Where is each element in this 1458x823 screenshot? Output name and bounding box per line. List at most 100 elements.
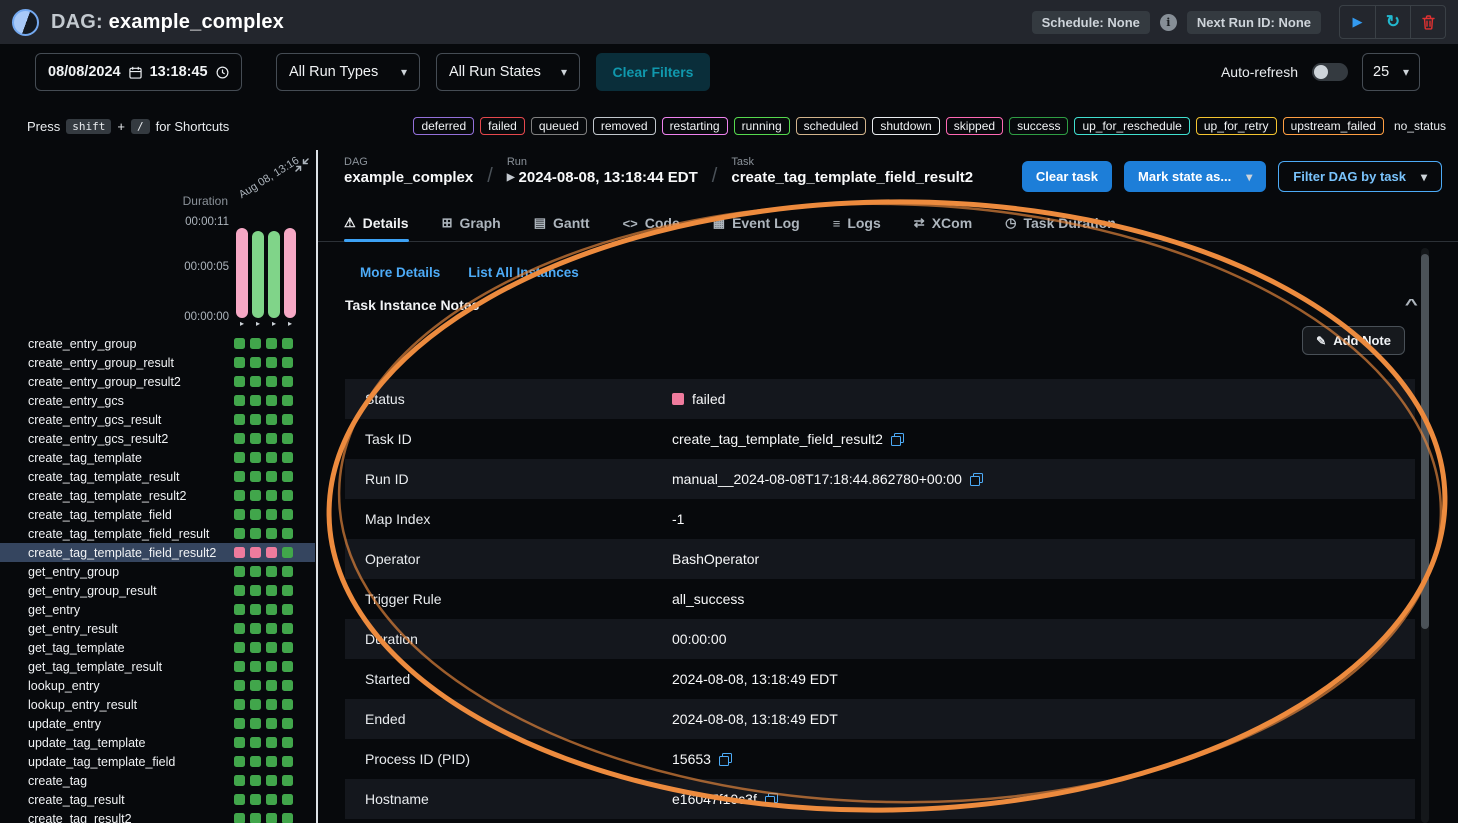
task-instance-square-success[interactable] (234, 661, 245, 672)
task-instance-square-success[interactable] (234, 642, 245, 653)
task-instance-square-success[interactable] (282, 699, 293, 710)
task-instance-square-success[interactable] (234, 718, 245, 729)
copy-icon[interactable] (765, 793, 778, 806)
legend-deferred[interactable]: deferred (413, 117, 474, 135)
task-instance-square-success[interactable] (282, 471, 293, 482)
task-row-create_tag_template[interactable]: create_tag_template (0, 448, 315, 467)
task-instance-square-success[interactable] (234, 680, 245, 691)
task-row-get_entry_result[interactable]: get_entry_result (0, 619, 315, 638)
task-instance-square-success[interactable] (282, 604, 293, 615)
task-row-create_tag[interactable]: create_tag (0, 771, 315, 790)
tab-xcom[interactable]: ⇄XCom (914, 205, 972, 241)
task-instance-square-success[interactable] (266, 490, 277, 501)
tab-logs[interactable]: ≡Logs (833, 205, 881, 241)
task-row-get_entry_group[interactable]: get_entry_group (0, 562, 315, 581)
legend-restarting[interactable]: restarting (662, 117, 728, 135)
task-instance-square-success[interactable] (250, 756, 261, 767)
run-bar-4[interactable] (284, 228, 296, 318)
task-row-create_entry_group_result[interactable]: create_entry_group_result (0, 353, 315, 372)
task-instance-square-success[interactable] (282, 547, 293, 558)
task-instance-square-success[interactable] (282, 395, 293, 406)
task-instance-square-success[interactable] (282, 376, 293, 387)
task-row-create_entry_gcs_result[interactable]: create_entry_gcs_result (0, 410, 315, 429)
notes-collapse-icon[interactable]: ^ (1405, 296, 1418, 313)
task-instance-square-success[interactable] (282, 756, 293, 767)
clear-task-button[interactable]: Clear task (1022, 161, 1112, 192)
task-instance-square-success[interactable] (250, 433, 261, 444)
copy-icon[interactable] (891, 433, 904, 446)
task-row-get_tag_template[interactable]: get_tag_template (0, 638, 315, 657)
task-instance-square-success[interactable] (266, 642, 277, 653)
task-instance-square-success[interactable] (266, 737, 277, 748)
clear-filters-button[interactable]: Clear Filters (596, 53, 710, 91)
task-instance-square-success[interactable] (282, 661, 293, 672)
task-instance-square-success[interactable] (250, 452, 261, 463)
task-instance-square-success[interactable] (282, 452, 293, 463)
tab-gantt[interactable]: ▤Gantt (534, 205, 590, 241)
tab-code[interactable]: <>Code (623, 205, 680, 241)
task-instance-square-success[interactable] (282, 509, 293, 520)
task-row-get_entry_group_result[interactable]: get_entry_group_result (0, 581, 315, 600)
task-instance-square-success[interactable] (266, 756, 277, 767)
task-instance-square-success[interactable] (266, 414, 277, 425)
breadcrumb-task[interactable]: Task create_tag_template_field_result2 (731, 156, 973, 186)
task-instance-square-success[interactable] (234, 585, 245, 596)
task-row-create_entry_group[interactable]: create_entry_group (0, 334, 315, 353)
task-instance-square-success[interactable] (266, 813, 277, 823)
more-details-link[interactable]: More Details (360, 265, 440, 280)
task-instance-square-success[interactable] (266, 794, 277, 805)
task-instance-square-success[interactable] (282, 642, 293, 653)
task-instance-square-success[interactable] (266, 357, 277, 368)
panel-resize-handle[interactable] (316, 150, 318, 823)
filter-dag-by-task-button[interactable]: Filter DAG by task ▾ (1278, 161, 1442, 192)
task-instance-square-success[interactable] (266, 604, 277, 615)
manual-run-marker-2[interactable]: ▸ (252, 319, 264, 329)
task-instance-square-success[interactable] (282, 338, 293, 349)
task-instance-square-success[interactable] (266, 433, 277, 444)
task-instance-square-success[interactable] (250, 623, 261, 634)
run-states-select[interactable]: All Run States ▾ (436, 53, 580, 91)
task-instance-square-success[interactable] (234, 395, 245, 406)
task-row-create_tag_template_result2[interactable]: create_tag_template_result2 (0, 486, 315, 505)
task-instance-square-failed[interactable] (250, 547, 261, 558)
task-instance-square-success[interactable] (234, 794, 245, 805)
task-instance-square-failed[interactable] (234, 547, 245, 558)
legend-up_for_reschedule[interactable]: up_for_reschedule (1074, 117, 1189, 135)
info-icon[interactable]: i (1160, 14, 1177, 31)
task-instance-square-success[interactable] (282, 528, 293, 539)
task-instance-square-success[interactable] (266, 338, 277, 349)
page-size-select[interactable]: 25 ▾ (1362, 53, 1420, 91)
task-instance-square-success[interactable] (282, 794, 293, 805)
copy-icon[interactable] (970, 473, 983, 486)
task-instance-square-success[interactable] (250, 338, 261, 349)
task-instance-square-success[interactable] (282, 718, 293, 729)
task-instance-square-success[interactable] (234, 737, 245, 748)
scrollbar-thumb[interactable] (1421, 254, 1429, 629)
task-instance-square-success[interactable] (266, 623, 277, 634)
task-row-create_entry_group_result2[interactable]: create_entry_group_result2 (0, 372, 315, 391)
task-row-update_entry[interactable]: update_entry (0, 714, 315, 733)
task-instance-square-success[interactable] (266, 718, 277, 729)
task-instance-square-success[interactable] (234, 376, 245, 387)
task-instance-square-success[interactable] (234, 452, 245, 463)
legend-removed[interactable]: removed (593, 117, 656, 135)
task-instance-square-success[interactable] (282, 813, 293, 823)
task-row-lookup_entry[interactable]: lookup_entry (0, 676, 315, 695)
task-instance-square-success[interactable] (266, 509, 277, 520)
legend-skipped[interactable]: skipped (946, 117, 1003, 135)
task-instance-square-success[interactable] (282, 737, 293, 748)
task-instance-square-success[interactable] (250, 585, 261, 596)
task-instance-square-success[interactable] (266, 680, 277, 691)
task-instance-square-success[interactable] (234, 623, 245, 634)
task-instance-square-success[interactable] (250, 737, 261, 748)
task-instance-square-success[interactable] (234, 490, 245, 501)
task-instance-square-success[interactable] (234, 509, 245, 520)
theme-toggle[interactable] (12, 9, 39, 36)
task-row-create_tag_template_field[interactable]: create_tag_template_field (0, 505, 315, 524)
tab-task-duration[interactable]: ◷Task Duration (1005, 205, 1116, 241)
task-instance-square-success[interactable] (266, 566, 277, 577)
task-instance-square-success[interactable] (250, 357, 261, 368)
task-instance-square-success[interactable] (250, 718, 261, 729)
task-instance-square-success[interactable] (250, 661, 261, 672)
task-instance-square-success[interactable] (250, 699, 261, 710)
